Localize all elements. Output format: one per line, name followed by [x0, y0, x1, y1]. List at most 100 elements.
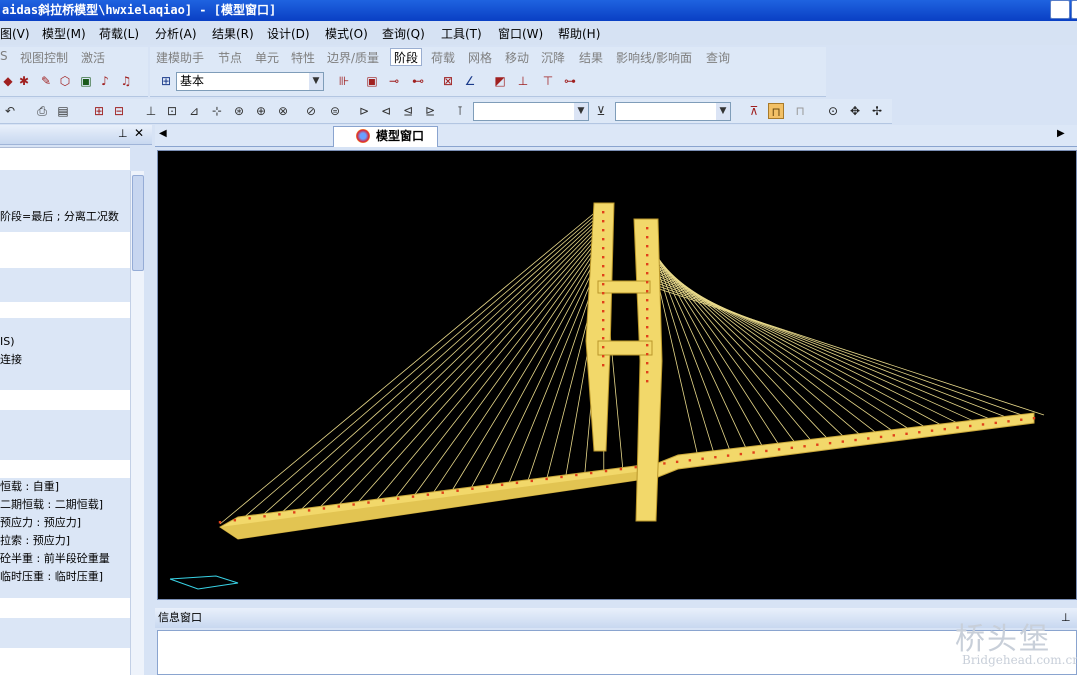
tab-model-window[interactable]: 模型窗口 [333, 126, 438, 147]
lock-icon[interactable]: ⊓ [792, 103, 808, 119]
stage-select[interactable]: 基本 ▼ [176, 72, 324, 91]
preview-icon[interactable]: ▤ [55, 103, 71, 119]
menu-load[interactable]: 荷载(L) [99, 25, 139, 42]
tree-item[interactable]: 连接 [0, 351, 130, 369]
stage-icon[interactable]: ⊷ [410, 73, 426, 89]
menu-view[interactable]: 图(V) [0, 25, 30, 42]
menu-design[interactable]: 设计(D) [267, 25, 310, 42]
tab-mesh[interactable]: 网格 [468, 49, 492, 67]
toolbar-icon[interactable]: ⊼ [746, 103, 762, 119]
tab-influence[interactable]: 影响线/影响面 [616, 49, 692, 67]
deck-node [777, 448, 781, 451]
tab-property[interactable]: 特性 [291, 49, 315, 67]
menu-query[interactable]: 查询(Q) [382, 25, 425, 42]
tab-s[interactable]: S [0, 49, 8, 67]
tree-scrollbar[interactable] [130, 171, 144, 675]
deck-node [1020, 418, 1023, 421]
undo-icon[interactable]: ↶ [2, 103, 18, 119]
stage-icon[interactable]: ⊠ [440, 73, 456, 89]
stage-icon[interactable]: ⊪ [336, 73, 352, 89]
tree-item[interactable]: 砼半重 : 前半段砼重量 [0, 550, 130, 568]
menu-window[interactable]: 窗口(W) [498, 25, 543, 42]
tab-node[interactable]: 节点 [218, 49, 242, 67]
select-icon[interactable]: ⊵ [422, 103, 438, 119]
close-button[interactable] [1071, 0, 1077, 19]
menu-model[interactable]: 模型(M) [42, 25, 86, 42]
menu-results[interactable]: 结果(R) [212, 25, 254, 42]
toolbar-icon[interactable]: ✎ [38, 73, 54, 89]
info-body[interactable] [157, 630, 1077, 675]
close-icon[interactable]: ✕ [134, 126, 144, 140]
toolbar-icon[interactable]: ♪ [97, 73, 113, 89]
stage-icon[interactable]: ⊤ [540, 73, 556, 89]
select-icon[interactable]: ⊥ [143, 103, 159, 119]
toolbar-icon[interactable]: ◆ [0, 73, 16, 89]
toolbar-icon[interactable]: ⊞ [91, 103, 107, 119]
lock-icon[interactable]: ⊓ [768, 103, 784, 119]
select-icon[interactable]: ⊘ [303, 103, 319, 119]
pin-icon[interactable]: ⊥ [1061, 608, 1071, 628]
select-icon[interactable]: ⊜ [327, 103, 343, 119]
menu-analysis[interactable]: 分析(A) [155, 25, 197, 42]
tower-node [646, 290, 649, 293]
tab-settlement[interactable]: 沉降 [541, 49, 565, 67]
pin-icon[interactable]: ⊥ [118, 127, 128, 140]
toolbar-icon[interactable]: ⬡ [57, 73, 73, 89]
group-select[interactable]: ▼ [473, 102, 589, 121]
tree-item[interactable]: 预应力 : 预应力] [0, 514, 130, 532]
tab-activate[interactable]: 激活 [81, 49, 105, 67]
toolbar-icon[interactable]: ✱ [16, 73, 32, 89]
tab-view-control[interactable]: 视图控制 [20, 49, 68, 67]
print-icon[interactable]: ⎙ [34, 103, 50, 119]
tab-moving[interactable]: 移动 [505, 49, 529, 67]
stage-icon[interactable]: ▣ [364, 73, 380, 89]
tree-item[interactable]: 临时压重 : 临时压重] [0, 568, 130, 586]
tab-query[interactable]: 查询 [706, 49, 730, 67]
scrollbar-thumb[interactable] [132, 175, 144, 271]
tab-stage[interactable]: 阶段 [390, 48, 423, 66]
select-icon[interactable]: ⊴ [400, 103, 416, 119]
select-icon[interactable]: ⊕ [253, 103, 269, 119]
select-icon[interactable]: ⊲ [378, 103, 394, 119]
chevron-right-icon[interactable]: ▶ [1057, 128, 1065, 139]
stage-icon[interactable]: ⊸ [386, 73, 402, 89]
tree-item[interactable]: 拉索 : 预应力] [0, 532, 130, 550]
select-icon[interactable]: ⊳ [356, 103, 372, 119]
stage-icon[interactable]: ⊥ [515, 73, 531, 89]
pan-icon[interactable]: ✥ [847, 103, 863, 119]
graph-icon[interactable]: ∠ [462, 73, 478, 89]
minimize-button[interactable] [1050, 0, 1070, 19]
tree-item[interactable]: 二期恒载 : 二期恒载] [0, 496, 130, 514]
menu-mode[interactable]: 模式(O) [325, 25, 368, 42]
tree-item[interactable]: 阶段=最后 ; 分离工况数 [0, 208, 130, 226]
model-viewport[interactable] [157, 150, 1077, 600]
select-icon[interactable]: ⊺ [452, 103, 468, 119]
select-icon[interactable]: ⊹ [209, 103, 225, 119]
rotate-icon[interactable]: ✢ [869, 103, 885, 119]
chevron-left-icon[interactable]: ◀ [159, 128, 167, 139]
tab-load[interactable]: 荷载 [431, 49, 455, 67]
select-icon[interactable]: ⊻ [593, 103, 609, 119]
stage-icon[interactable]: ◩ [492, 73, 508, 89]
tree-item[interactable]: IS) [0, 333, 130, 351]
menu-tools[interactable]: 工具(T) [441, 25, 482, 42]
toolbar-icon[interactable]: ♫ [118, 73, 134, 89]
menu-help[interactable]: 帮助(H) [558, 25, 600, 42]
stage-icon[interactable]: ⊞ [158, 73, 174, 89]
tab-boundary-mass[interactable]: 边界/质量 [327, 49, 379, 67]
tab-results[interactable]: 结果 [579, 49, 603, 67]
deck-node [604, 469, 608, 473]
select-icon[interactable]: ⊛ [231, 103, 247, 119]
group-select-2[interactable]: ▼ [615, 102, 731, 121]
select-icon[interactable]: ⊡ [164, 103, 180, 119]
tab-element[interactable]: 单元 [255, 49, 279, 67]
toolbar-icon[interactable]: ⊟ [111, 103, 127, 119]
chevron-down-icon: ▼ [574, 103, 588, 120]
select-icon[interactable]: ⊿ [186, 103, 202, 119]
monitor-icon[interactable]: ▣ [78, 73, 94, 89]
zoom-icon[interactable]: ⊙ [825, 103, 841, 119]
tree-item[interactable]: 恒载 : 自重] [0, 478, 130, 496]
select-icon[interactable]: ⊗ [275, 103, 291, 119]
tab-modeling-wizard[interactable]: 建模助手 [156, 49, 204, 67]
stage-icon[interactable]: ⊶ [562, 73, 578, 89]
